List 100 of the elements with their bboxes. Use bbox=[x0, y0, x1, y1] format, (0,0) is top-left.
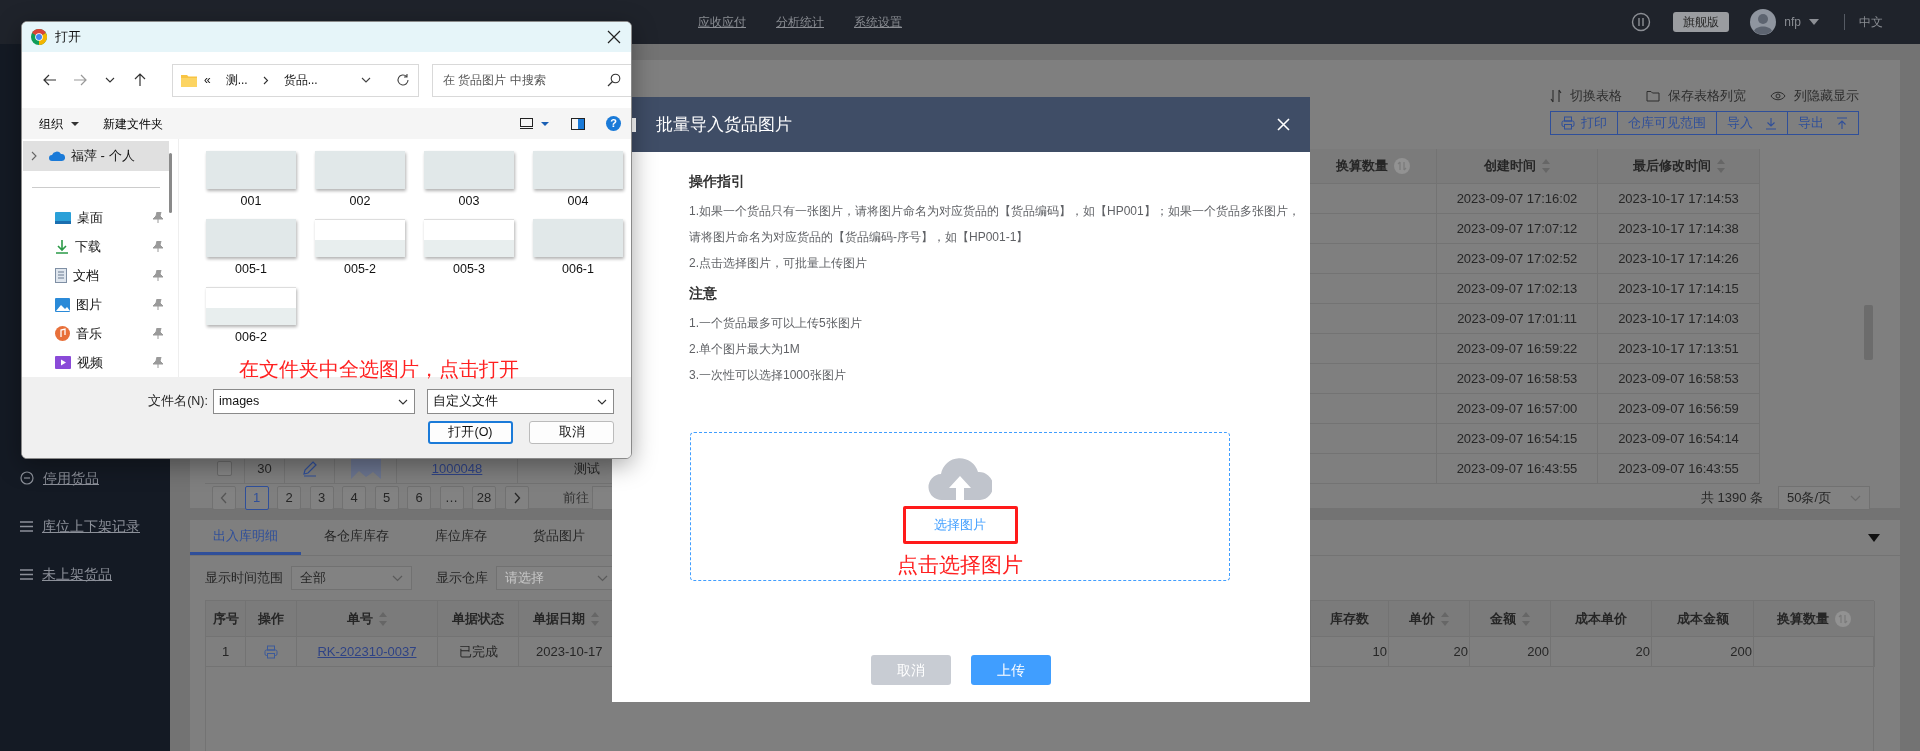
caret-icon[interactable] bbox=[1809, 19, 1819, 25]
file-name[interactable]: 002 bbox=[349, 192, 371, 211]
page-button[interactable]: 5 bbox=[374, 486, 399, 510]
column-header[interactable]: 最后修改时间 bbox=[1598, 149, 1760, 184]
user-name[interactable]: nfp bbox=[1784, 13, 1801, 31]
navigation-item[interactable]: 福萍 - 个人 bbox=[23, 141, 169, 171]
preview-pane-icon[interactable] bbox=[571, 117, 585, 130]
tab[interactable]: 货品图片 bbox=[510, 520, 608, 555]
column-header[interactable]: 成本单价 bbox=[1551, 601, 1652, 637]
column-header[interactable]: 库存数 bbox=[1311, 601, 1389, 637]
help-button[interactable]: ? bbox=[606, 116, 621, 131]
table-tool-link[interactable]: 保存表格列宽 bbox=[1646, 86, 1746, 106]
path-overflow[interactable]: « bbox=[204, 71, 211, 89]
chevron-down-icon[interactable] bbox=[361, 77, 371, 83]
table-cell-text: 2023-09-07 17:02:52 bbox=[1456, 249, 1578, 268]
column-header[interactable]: 换算数量 bbox=[1310, 149, 1437, 184]
file-name[interactable]: 005-3 bbox=[453, 259, 485, 279]
file-thumbnail[interactable] bbox=[424, 218, 514, 257]
sidebar-item[interactable]: 停用货品 bbox=[0, 454, 170, 502]
navigation-item[interactable]: 图片 bbox=[23, 290, 169, 319]
table-tool-link[interactable]: 列隐藏显示 bbox=[1770, 86, 1859, 106]
file-thumbnail[interactable] bbox=[206, 218, 296, 257]
page-button[interactable]: … bbox=[439, 486, 464, 510]
document-number-link[interactable]: RK-202310-0037 bbox=[317, 641, 417, 662]
choose-images-button[interactable]: 选择图片 bbox=[902, 506, 1018, 544]
tab[interactable]: 各仓库库存 bbox=[301, 520, 412, 555]
breadcrumb[interactable]: 货品... bbox=[283, 71, 318, 89]
navigation-item[interactable]: 桌面 bbox=[23, 203, 169, 232]
file-thumbnail[interactable] bbox=[424, 151, 514, 189]
row-checkbox[interactable] bbox=[217, 461, 232, 476]
file-name-field[interactable]: images bbox=[213, 389, 415, 414]
new-folder-button[interactable]: 新建文件夹 bbox=[103, 114, 163, 133]
file-thumbnail[interactable] bbox=[315, 151, 405, 189]
column-header[interactable]: 序号 bbox=[206, 601, 246, 637]
column-header[interactable]: 金额 bbox=[1470, 601, 1551, 637]
nav-menu-item[interactable]: 应收应付 bbox=[698, 13, 776, 31]
column-header[interactable]: 成本金额 bbox=[1652, 601, 1754, 637]
chevron-right-icon[interactable] bbox=[31, 151, 37, 161]
table-cell-text: 2023-10-17 17:13:51 bbox=[1618, 339, 1739, 358]
view-menu[interactable] bbox=[520, 118, 549, 129]
navigation-item[interactable]: 文档 bbox=[23, 261, 169, 290]
file-name[interactable]: 005-2 bbox=[344, 259, 376, 279]
page-input[interactable] bbox=[592, 486, 614, 510]
file-thumbnail[interactable] bbox=[533, 218, 623, 257]
file-name[interactable]: 006-2 bbox=[235, 327, 267, 347]
page-button[interactable]: 6 bbox=[407, 486, 431, 510]
file-thumbnail[interactable] bbox=[533, 151, 623, 189]
navigation-item[interactable]: 下载 bbox=[23, 232, 169, 261]
file-name[interactable]: 004 bbox=[567, 192, 589, 211]
navigation-item[interactable]: 视频 bbox=[23, 348, 169, 377]
caret-icon bbox=[71, 121, 79, 126]
page-size-select[interactable]: 50条/页 bbox=[1778, 486, 1870, 510]
page-button[interactable]: 4 bbox=[342, 486, 366, 510]
column-header[interactable]: 操作 bbox=[246, 601, 297, 637]
navigation-item[interactable]: 音乐 bbox=[23, 319, 169, 348]
sidebar-item[interactable]: 未上架货品 bbox=[0, 550, 170, 598]
upload-area[interactable]: 选择图片 点击选择图片 bbox=[690, 432, 1230, 581]
goods-code-link[interactable]: 1000048 bbox=[431, 458, 483, 479]
close-icon[interactable] bbox=[607, 30, 621, 44]
file-thumbnail[interactable] bbox=[206, 286, 296, 325]
nav-menu-item[interactable]: 分析统计 bbox=[776, 13, 854, 31]
column-header[interactable]: 单号 bbox=[297, 601, 438, 637]
organize-menu[interactable]: 组织 bbox=[39, 114, 79, 133]
file-thumbnail[interactable] bbox=[206, 151, 296, 189]
avatar[interactable] bbox=[1750, 9, 1777, 35]
breadcrumb[interactable]: 测... bbox=[225, 71, 248, 89]
file-name[interactable]: 005-1 bbox=[235, 259, 267, 279]
upload-button[interactable]: 上传 bbox=[971, 655, 1051, 685]
file-name[interactable]: 001 bbox=[240, 192, 262, 211]
column-header[interactable]: 换算数量 bbox=[1754, 601, 1875, 637]
view-icon bbox=[520, 118, 533, 129]
previous-page-button[interactable] bbox=[212, 486, 236, 510]
page-button[interactable]: 3 bbox=[309, 486, 334, 510]
cancel-button[interactable]: 取消 bbox=[529, 421, 614, 444]
printer-icon[interactable] bbox=[264, 644, 278, 659]
table-cell-text: 2023-10-17 17:14:03 bbox=[1618, 309, 1739, 328]
file-thumbnail[interactable] bbox=[315, 218, 405, 257]
table-tool-link[interactable]: 切换表格 bbox=[1550, 86, 1622, 106]
caret-icon[interactable] bbox=[1868, 533, 1880, 542]
refresh-icon[interactable] bbox=[396, 73, 410, 87]
file-type-select[interactable]: 自定义文件 bbox=[427, 389, 614, 414]
column-header[interactable]: 单价 bbox=[1389, 601, 1470, 637]
page-button[interactable]: 2 bbox=[277, 486, 301, 510]
page-button[interactable]: 28 bbox=[472, 486, 496, 510]
column-header[interactable]: 创建时间 bbox=[1437, 149, 1598, 184]
open-button[interactable]: 打开(O) bbox=[428, 421, 513, 444]
column-header[interactable]: 单据状态 bbox=[438, 601, 519, 637]
file-name[interactable]: 006-1 bbox=[562, 259, 594, 279]
scrollbar-thumb[interactable] bbox=[169, 153, 172, 213]
next-page-button[interactable] bbox=[504, 486, 529, 510]
file-name[interactable]: 003 bbox=[458, 192, 480, 211]
eye-icon bbox=[1770, 91, 1786, 101]
pencil-icon[interactable] bbox=[302, 460, 317, 477]
address-bar[interactable]: « 测... 货品... bbox=[172, 63, 419, 97]
nav-menu-item[interactable]: 系统设置 bbox=[854, 13, 932, 31]
search-field[interactable]: 在 货品图片 中搜索 bbox=[432, 63, 631, 97]
select-field[interactable]: 全部 bbox=[291, 566, 412, 590]
sidebar-item[interactable]: 库位上下架记录 bbox=[0, 502, 170, 550]
tab[interactable]: 库位库存 bbox=[412, 520, 510, 555]
circled-bars-icon[interactable] bbox=[1631, 12, 1652, 32]
